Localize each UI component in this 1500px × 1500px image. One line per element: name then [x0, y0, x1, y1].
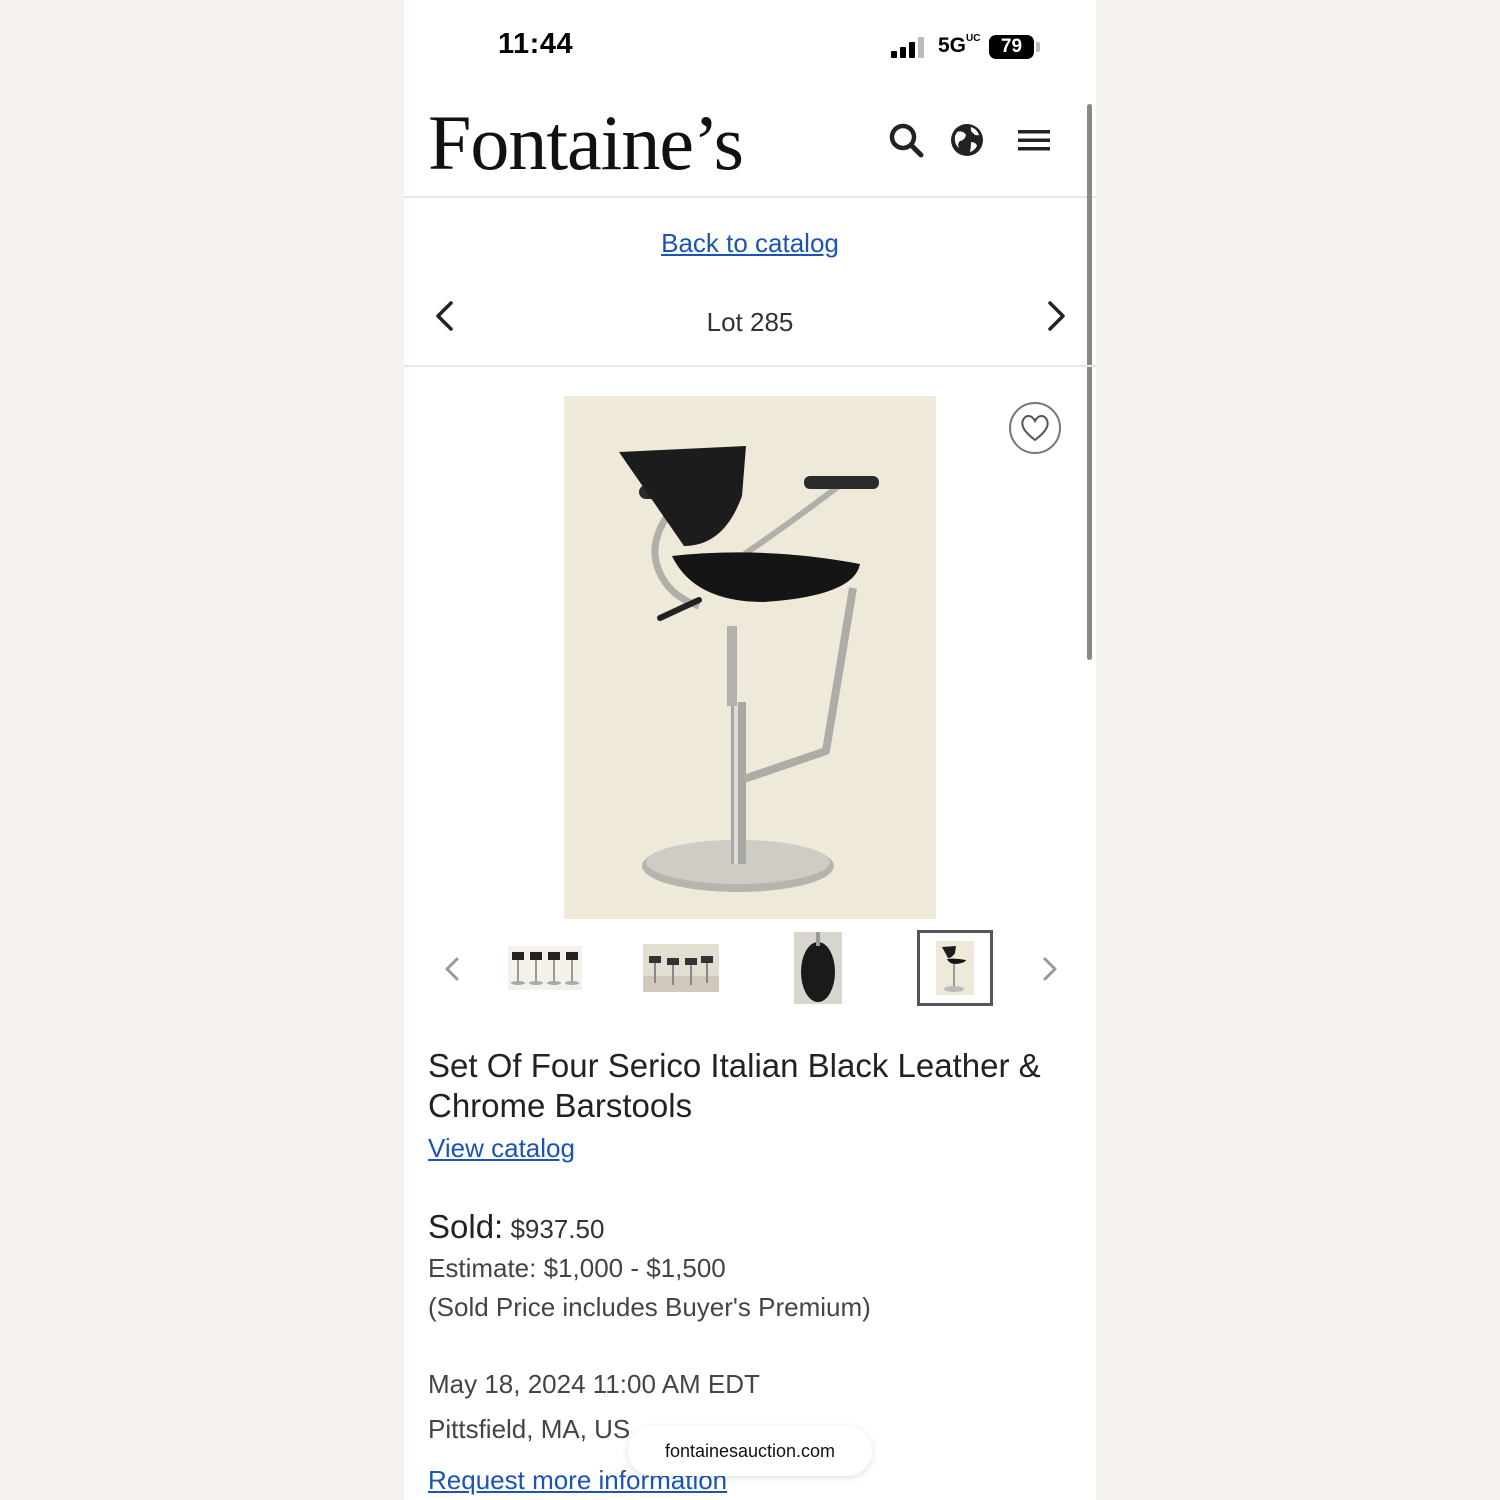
battery-indicator: 79: [989, 35, 1034, 59]
barstool-illustration: [564, 396, 936, 919]
thumbnail-4[interactable]: [917, 930, 993, 1006]
favorite-button[interactable]: [1009, 402, 1061, 454]
thumbnail-image-2: [643, 944, 719, 992]
thumbnail-strip: [404, 930, 1096, 1006]
globe-icon[interactable]: [947, 120, 987, 160]
next-lot-icon[interactable]: [1038, 298, 1074, 334]
heart-icon: [1021, 415, 1049, 442]
header-divider: [404, 196, 1096, 198]
auction-date: May 18, 2024 11:00 AM EDT: [428, 1369, 760, 1399]
sold-label: Sold:: [428, 1208, 504, 1245]
menu-icon[interactable]: [1014, 120, 1054, 160]
site-logo[interactable]: Fontaine’s: [428, 98, 744, 188]
sold-price-row: Sold: $937.50: [428, 1208, 604, 1246]
thumbnail-3[interactable]: [780, 930, 856, 1006]
sold-price: $937.50: [510, 1214, 605, 1244]
browser-address-pill[interactable]: fontainesauction.com: [628, 1426, 872, 1476]
status-time: 11:44: [498, 28, 574, 60]
premium-note: (Sold Price includes Buyer's Premium): [428, 1292, 871, 1322]
lot-number: Lot 285: [706, 307, 794, 337]
thumbnail-image-4: [936, 941, 974, 995]
thumbnail-image-3: [794, 932, 842, 1004]
back-to-catalog-link[interactable]: Back to catalog: [404, 228, 1096, 259]
search-icon[interactable]: [886, 120, 926, 160]
nav-divider: [404, 365, 1096, 367]
thumbnail-next-icon[interactable]: [1034, 954, 1064, 984]
lot-main-image[interactable]: [564, 396, 936, 919]
thumbnail-2[interactable]: [643, 930, 719, 1006]
auction-location: Pittsfield, MA, US: [428, 1414, 631, 1444]
network-indicator: 5GUC: [938, 33, 981, 58]
view-catalog-link[interactable]: View catalog: [428, 1133, 575, 1164]
lot-title: Set Of Four Serico Italian Black Leather…: [428, 1047, 1041, 1124]
thumbnail-image-1: [508, 946, 582, 990]
phone-screen: 11:44 5GUC 79 Fontaine’s Back to catalog…: [404, 0, 1096, 1500]
battery-tip: [1036, 42, 1040, 52]
thumbnail-prev-icon[interactable]: [438, 954, 468, 984]
scrollbar[interactable]: [1087, 104, 1092, 660]
signal-icon: [891, 36, 927, 58]
estimate: Estimate: $1,000 - $1,500: [428, 1253, 726, 1283]
thumbnail-1[interactable]: [507, 930, 583, 1006]
